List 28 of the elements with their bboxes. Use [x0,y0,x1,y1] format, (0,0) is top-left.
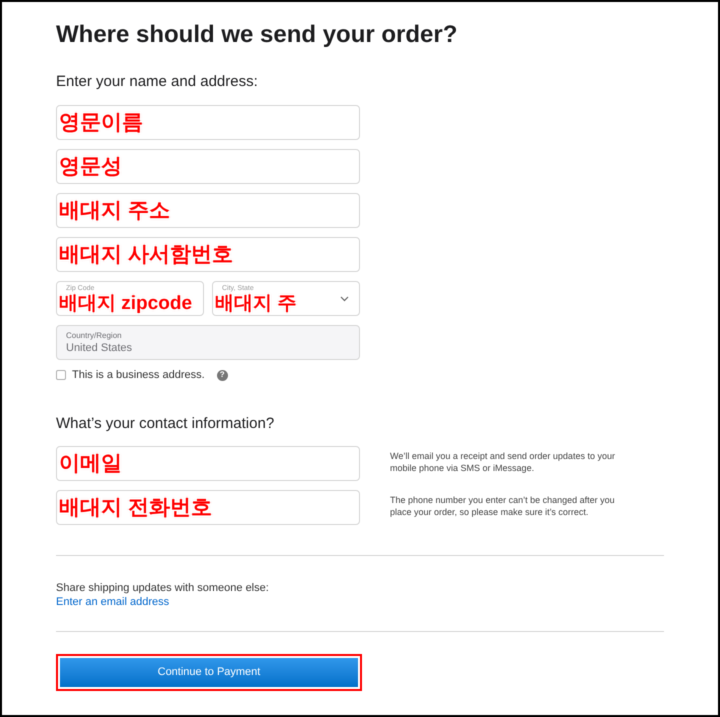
section-heading: What’s your contact information? [56,414,276,434]
annotation-text: 이메일 [59,452,122,474]
annotation-text: 배대지 주소 [59,200,170,221]
chevron-down-icon [340,296,349,302]
field-note: The phone number you enter can’t be changed after you place your order, so please make sure it’s correct. [390,494,616,519]
annotation-text: 배대지 사서함번호 [59,244,233,265]
page-title: Where should we send your order? [56,20,458,50]
checkbox-label: This is a business address. [72,368,205,383]
input-field[interactable]: 배대지 사서함번호 [56,237,360,272]
annotation-text: 영문이름 [59,112,143,133]
field-note: We’ll email you a receipt and send order updates to your mobile phone via SMS or iMessage. [390,450,616,475]
annotation-text: 배대지 전화번호 [59,496,212,518]
input-field[interactable]: 영문성 [56,149,360,184]
input-field[interactable]: 이메일 [56,446,360,480]
section-heading: Enter your name and address: [56,72,259,92]
annotation-text: 배대지 주 [215,294,296,313]
field-value: United States [66,340,134,354]
email-link[interactable]: Enter an email address [56,594,170,610]
input-field[interactable]: 배대지 전화번호 [56,490,360,524]
help-icon[interactable]: ? [216,370,228,381]
checkbox[interactable] [56,370,66,380]
field-label: Country/Region [66,330,123,340]
share-text: Share shipping updates with someone else: [56,580,270,594]
input-field[interactable]: 배대지 주소 [56,193,360,228]
continue-button[interactable]: Continue to Payment [60,658,358,686]
annotation-text: 영문성 [59,156,122,177]
annotation-text: 배대지 zipcode [59,294,192,313]
input-field[interactable]: 영문이름 [56,105,360,140]
